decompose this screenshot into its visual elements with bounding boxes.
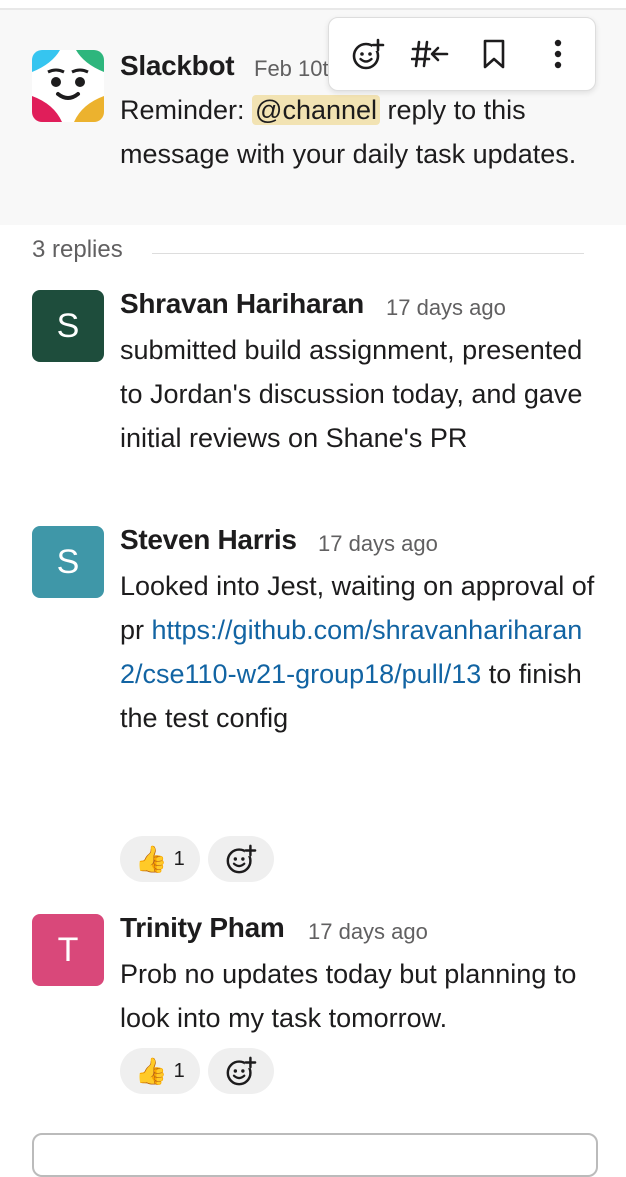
slackbot-logo-icon [32,50,104,122]
reply-text: Prob no updates today but planning to lo… [120,959,577,1033]
reaction-count: 1 [173,1059,185,1082]
add-reaction-button[interactable] [343,29,393,79]
replies-divider: 3 replies [32,236,584,270]
replies-count: 3 replies [32,236,123,263]
add-reaction-icon [226,1056,257,1086]
replies-divider-line [152,253,584,254]
reply-timestamp[interactable]: 17 days ago [318,531,438,557]
reply-in-channel-button[interactable] [405,29,455,79]
bookmark-icon [483,39,505,69]
reaction-count: 1 [173,847,185,870]
reply-text: submitted build assignment, presented to… [120,335,583,453]
reply-text: Looked into Jest, waiting on approval of… [120,564,598,740]
parent-text-before: Reminder: [120,95,253,125]
reply-timestamp[interactable]: 17 days ago [386,295,506,321]
message-actions-toolbar [328,17,596,91]
save-message-button[interactable] [469,29,519,79]
add-reaction-button[interactable] [208,836,274,882]
more-actions-button[interactable] [533,29,583,79]
reply-author[interactable]: Steven Harris [120,524,297,556]
reply-composer[interactable] [32,1133,598,1177]
reply-author[interactable]: Shravan Hariharan [120,288,364,320]
reply-in-channel-icon [411,40,449,68]
add-reaction-icon [352,38,385,70]
parent-message-text: Reminder: @channel reply to this message… [120,88,600,176]
thumbs-up-reaction[interactable]: 👍 1 [120,1048,200,1094]
add-reaction-icon [226,844,257,874]
avatar[interactable]: S [32,290,104,362]
avatar[interactable]: S [32,526,104,598]
reply-author[interactable]: Trinity Pham [120,912,285,944]
thumbs-up-reaction[interactable]: 👍 1 [120,836,200,882]
reply-timestamp[interactable]: 17 days ago [308,919,428,945]
parent-author[interactable]: Slackbot [120,50,235,82]
channel-mention[interactable]: @channel [252,95,381,125]
add-reaction-button[interactable] [208,1048,274,1094]
slackbot-avatar[interactable] [32,50,104,122]
thumbs-up-icon: 👍 [135,843,168,874]
more-icon [554,39,562,69]
avatar[interactable]: T [32,914,104,986]
thumbs-up-icon: 👍 [135,1055,168,1086]
